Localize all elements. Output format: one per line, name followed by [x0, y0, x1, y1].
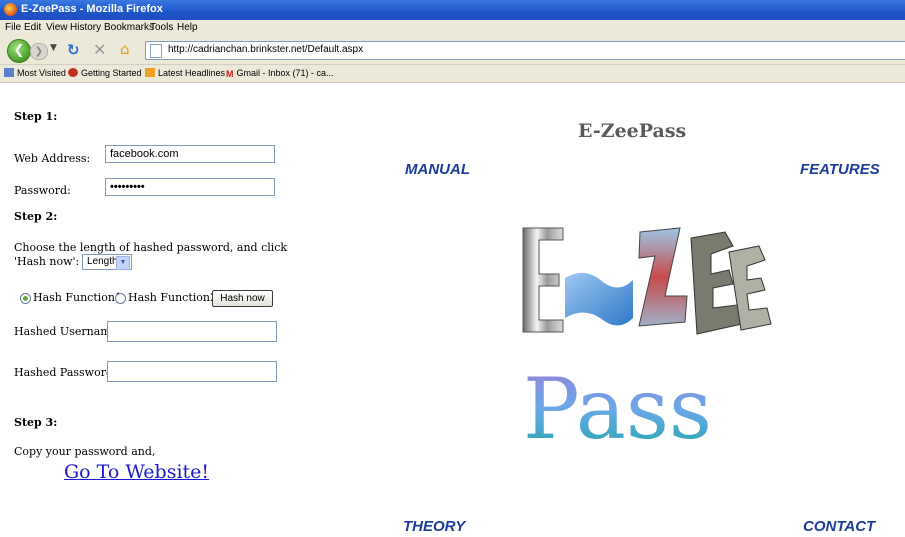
- menu-history[interactable]: History: [70, 22, 101, 33]
- ezeepass-logo: Pass: [522, 227, 772, 456]
- reload-icon[interactable]: ↻: [67, 41, 80, 59]
- length-select[interactable]: Length ▼: [82, 254, 132, 270]
- hashed-username-label: Hashed Username:: [14, 325, 121, 338]
- menu-file[interactable]: File: [5, 22, 21, 33]
- url-text[interactable]: http://cadrianchan.brinkster.net/Default…: [168, 44, 363, 55]
- hashed-username-input[interactable]: [107, 321, 277, 342]
- menu-bar: File Edit View History Bookmarks Tools H…: [0, 20, 905, 36]
- web-address-input[interactable]: facebook.com: [105, 145, 275, 163]
- nav-manual-link[interactable]: MANUAL: [405, 161, 470, 178]
- page-icon: [150, 44, 162, 58]
- bookmarks-toolbar: Most Visited Getting Started Latest Head…: [0, 65, 905, 83]
- logo-pass: Pass: [523, 360, 712, 456]
- instruction-hash-now: 'Hash now':: [14, 255, 80, 268]
- bookmark-getting-started[interactable]: Getting Started: [68, 68, 142, 78]
- firefox-icon: [4, 3, 17, 16]
- password-input[interactable]: •••••••••: [105, 178, 275, 196]
- address-bar[interactable]: http://cadrianchan.brinkster.net/Default…: [145, 41, 905, 60]
- navigation-toolbar: ❮ ❯ ▼ ↻ ✕ ⌂ http://cadrianchan.brinkster…: [0, 36, 905, 65]
- hash-function1-radio[interactable]: [20, 293, 31, 304]
- instruction-text: Choose the length of hashed password, an…: [14, 241, 288, 254]
- bookmark-most-visited[interactable]: Most Visited: [4, 68, 66, 78]
- menu-edit[interactable]: Edit: [24, 22, 41, 33]
- hashed-password-label: Hashed Password:: [14, 366, 117, 379]
- forward-button[interactable]: ❯: [30, 43, 48, 60]
- step3-heading: Step 3:: [14, 416, 58, 429]
- bookmark-gmail[interactable]: M Gmail - Inbox (71) - ca...: [226, 68, 334, 79]
- hash-function1-label: Hash Function1: [33, 291, 122, 304]
- menu-bookmarks[interactable]: Bookmarks: [104, 22, 154, 33]
- history-dropdown-icon[interactable]: ▼: [50, 43, 57, 53]
- window-titlebar: E-ZeePass - Mozilla Firefox: [0, 0, 905, 20]
- hash-now-button[interactable]: Hash now: [212, 290, 273, 307]
- password-label: Password:: [14, 184, 71, 197]
- home-icon[interactable]: ⌂: [120, 40, 130, 58]
- back-button[interactable]: ❮: [7, 39, 31, 63]
- chevron-down-icon: ▼: [116, 256, 130, 270]
- go-to-website-link[interactable]: Go To Website!: [64, 461, 209, 483]
- window-title: E-ZeePass - Mozilla Firefox: [21, 3, 163, 15]
- nav-contact-link[interactable]: CONTACT: [803, 518, 875, 535]
- page-content: Step 1: Web Address: facebook.com Passwo…: [0, 83, 905, 537]
- hashed-password-input[interactable]: [107, 361, 277, 382]
- getting-started-icon: [68, 68, 78, 77]
- logo-ezee: [522, 227, 772, 335]
- hash-function2-radio[interactable]: [115, 293, 126, 304]
- most-visited-icon: [4, 68, 14, 77]
- web-address-label: Web Address:: [14, 152, 91, 165]
- bookmark-latest-headlines[interactable]: Latest Headlines: [145, 68, 225, 78]
- nav-theory-link[interactable]: THEORY: [403, 518, 465, 535]
- stop-icon[interactable]: ✕: [93, 40, 106, 59]
- length-select-value: Length: [87, 256, 118, 267]
- menu-view[interactable]: View: [46, 22, 68, 33]
- hash-function2-label: Hash Function2: [128, 291, 217, 304]
- step1-heading: Step 1:: [14, 110, 58, 123]
- site-title: E-ZeePass: [578, 120, 687, 142]
- step2-heading: Step 2:: [14, 210, 58, 223]
- menu-help[interactable]: Help: [177, 22, 198, 33]
- gmail-icon: M: [226, 69, 234, 79]
- menu-tools[interactable]: Tools: [150, 22, 173, 33]
- copy-instruction: Copy your password and,: [14, 445, 156, 458]
- rss-icon: [145, 68, 155, 77]
- nav-features-link[interactable]: FEATURES: [800, 161, 880, 178]
